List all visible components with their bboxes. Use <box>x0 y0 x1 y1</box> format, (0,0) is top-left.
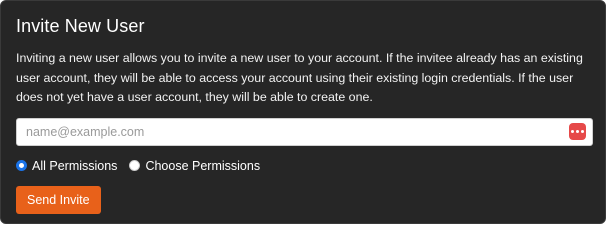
permissions-radio-group: All Permissions Choose Permissions <box>16 158 590 174</box>
radio-choose-permissions-control[interactable] <box>129 160 141 171</box>
password-manager-icon[interactable] <box>569 122 586 140</box>
radio-choose-permissions[interactable]: Choose Permissions <box>129 159 260 173</box>
invite-user-panel: Invite New User Inviting a new user allo… <box>0 0 606 224</box>
radio-all-permissions-control[interactable] <box>16 160 27 171</box>
radio-choose-permissions-label: Choose Permissions <box>145 158 261 173</box>
send-invite-button[interactable]: Send Invite <box>16 185 101 214</box>
email-field-wrapper <box>16 117 593 146</box>
panel-title: Invite New User <box>16 16 145 36</box>
radio-all-permissions-label: All Permissions <box>32 158 118 173</box>
email-input[interactable] <box>16 117 593 146</box>
radio-all-permissions[interactable]: All Permissions <box>16 159 117 173</box>
invite-description: Inviting a new user allows you to invite… <box>16 51 583 104</box>
